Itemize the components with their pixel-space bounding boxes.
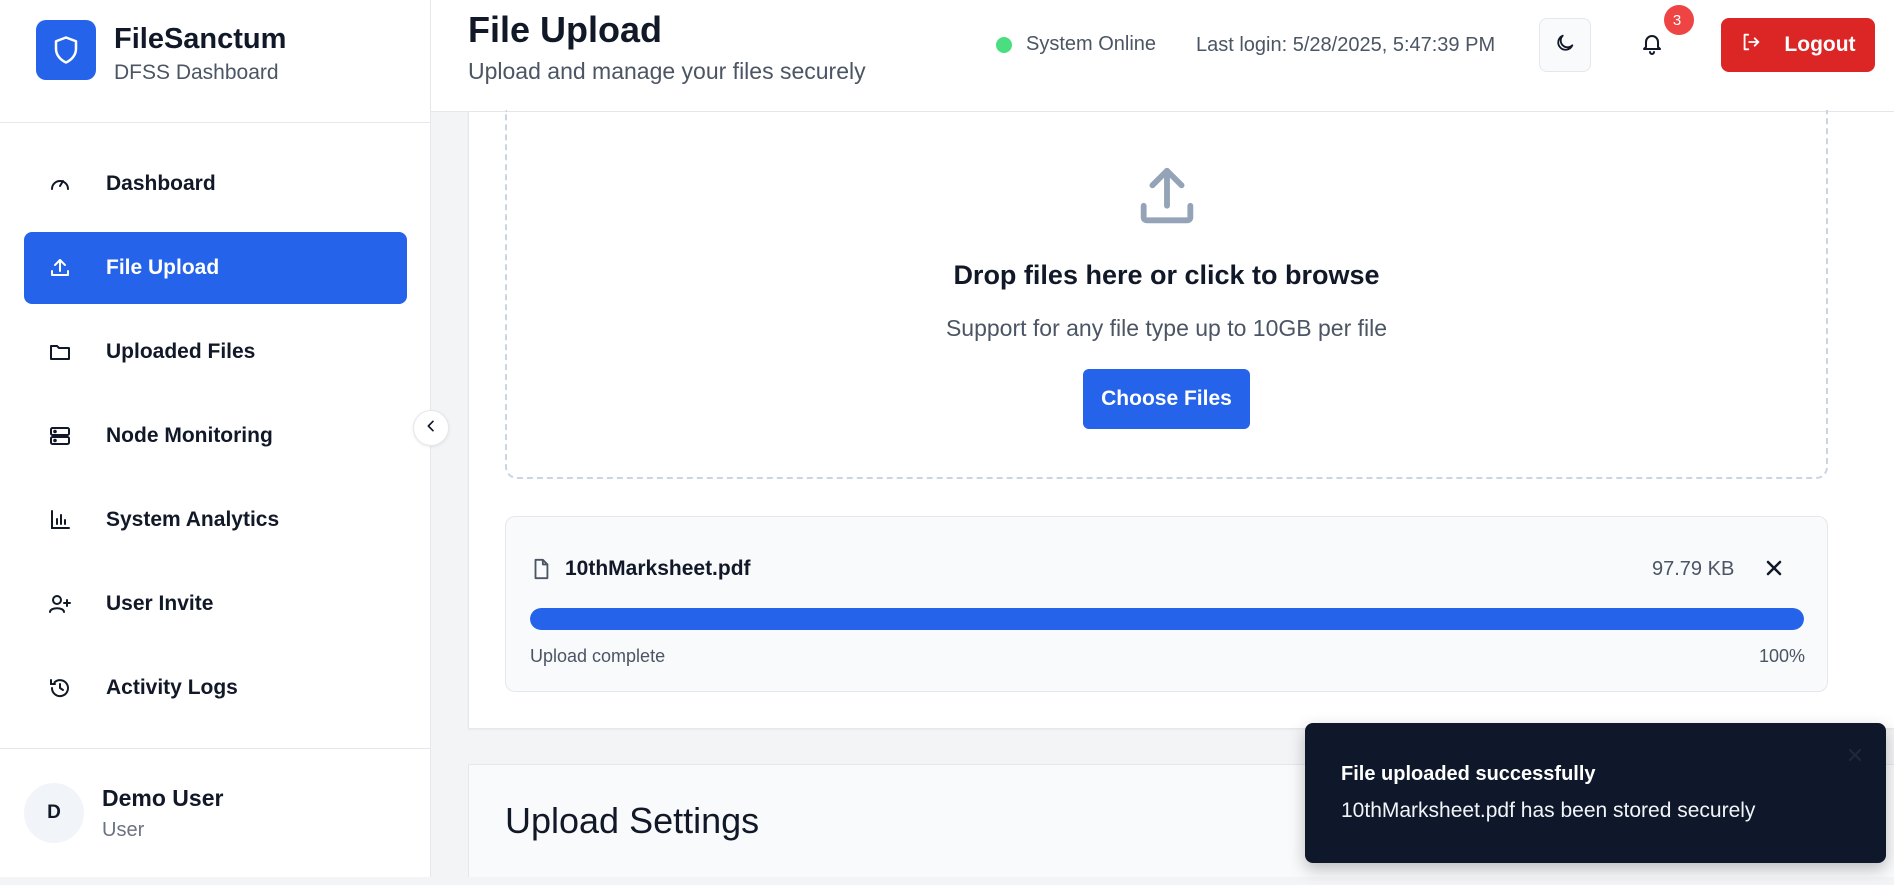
theme-toggle-button[interactable] xyxy=(1539,18,1591,72)
sidebar-nav: Dashboard File Upload Uploaded Files Nod… xyxy=(24,148,407,736)
brand: FileSanctum DFSS Dashboard xyxy=(0,0,430,123)
brand-subtitle: DFSS Dashboard xyxy=(114,61,279,84)
folder-icon xyxy=(46,338,74,366)
last-login: Last login: 5/28/2025, 5:47:39 PM xyxy=(1196,34,1496,56)
page-bottom xyxy=(0,877,1894,885)
cloud-upload-icon xyxy=(1132,162,1202,237)
upload-progress-bar xyxy=(530,608,1804,630)
logout-button[interactable]: Logout xyxy=(1721,18,1875,72)
toast-notification: File uploaded successfully 10thMarksheet… xyxy=(1305,723,1886,863)
upload-percent: 100% xyxy=(1758,646,1805,666)
sidebar-item-label: Activity Logs xyxy=(106,676,238,699)
remove-file-button[interactable] xyxy=(1762,556,1786,585)
server-icon xyxy=(46,422,74,450)
upload-icon xyxy=(46,254,74,282)
sidebar-item-label: Dashboard xyxy=(106,172,216,195)
sidebar-item-dashboard[interactable]: Dashboard xyxy=(24,148,407,220)
sidebar-item-label: File Upload xyxy=(106,256,220,279)
dropzone-subtitle: Support for any file type up to 10GB per… xyxy=(945,315,1388,341)
user-name: Demo User xyxy=(102,784,224,811)
upload-settings-title: Upload Settings xyxy=(505,800,760,841)
file-name: 10thMarksheet.pdf xyxy=(565,557,751,580)
chevron-left-icon xyxy=(423,418,439,439)
status-dot xyxy=(996,36,1012,53)
gauge-icon xyxy=(46,170,74,198)
sidebar-item-label: System Analytics xyxy=(106,508,280,531)
sidebar-item-activity-logs[interactable]: Activity Logs xyxy=(24,652,407,724)
top-header: File Upload Upload and manage your files… xyxy=(431,0,1894,112)
page-title: File Upload xyxy=(468,9,663,50)
sidebar-item-node-monitoring[interactable]: Node Monitoring xyxy=(24,400,407,472)
logout-icon xyxy=(1740,31,1762,59)
upload-progress-fill xyxy=(530,608,1804,630)
brand-name: FileSanctum xyxy=(114,23,287,55)
file-icon xyxy=(530,557,552,586)
user-profile[interactable]: D Demo User User xyxy=(0,748,430,877)
sidebar-item-label: Uploaded Files xyxy=(106,340,256,363)
file-size: 97.79 KB xyxy=(1652,558,1735,580)
bell-icon xyxy=(1640,31,1664,60)
bar-chart-icon xyxy=(46,506,74,534)
user-plus-icon xyxy=(46,590,74,618)
system-status: System Online xyxy=(996,33,1156,56)
dropzone-title: Drop files here or click to browse xyxy=(953,260,1380,290)
avatar: D xyxy=(24,783,84,843)
choose-files-button[interactable]: Choose Files xyxy=(1083,369,1250,429)
upload-status: Upload complete xyxy=(530,646,666,666)
page-subtitle: Upload and manage your files securely xyxy=(468,58,866,84)
user-role: User xyxy=(102,818,145,841)
sidebar-item-file-upload[interactable]: File Upload xyxy=(24,232,407,304)
sidebar-item-label: Node Monitoring xyxy=(106,424,273,447)
sidebar: FileSanctum DFSS Dashboard Dashboard Fil… xyxy=(0,0,431,877)
sidebar-item-label: User Invite xyxy=(106,592,214,615)
toast-message: 10thMarksheet.pdf has been stored secure… xyxy=(1341,799,1756,822)
status-label: System Online xyxy=(1026,33,1157,55)
notification-badge: 3 xyxy=(1664,5,1694,35)
sidebar-item-system-analytics[interactable]: System Analytics xyxy=(24,484,407,556)
close-icon xyxy=(1845,748,1865,769)
sidebar-item-user-invite[interactable]: User Invite xyxy=(24,568,407,640)
moon-icon xyxy=(1554,32,1576,59)
logout-label: Logout xyxy=(1784,33,1856,56)
history-icon xyxy=(46,674,74,702)
shield-icon xyxy=(36,20,96,80)
toast-title: File uploaded successfully xyxy=(1341,763,1596,785)
collapse-sidebar-button[interactable] xyxy=(413,410,449,446)
close-icon xyxy=(1762,560,1786,584)
file-upload-item xyxy=(505,516,1828,692)
sidebar-item-uploaded-files[interactable]: Uploaded Files xyxy=(24,316,407,388)
toast-close-button[interactable] xyxy=(1845,745,1865,770)
